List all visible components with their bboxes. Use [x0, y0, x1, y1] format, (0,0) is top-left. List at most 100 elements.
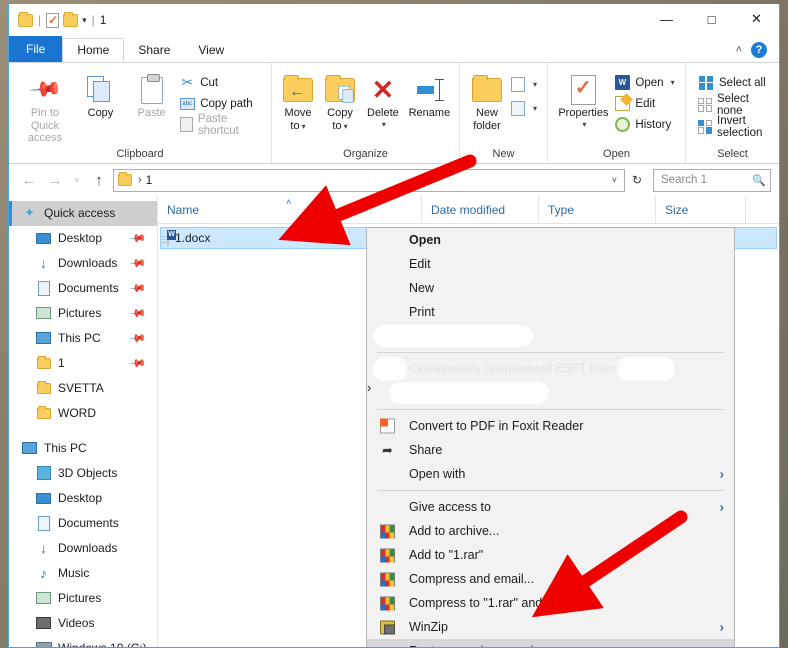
delete-caret-icon[interactable]: ▾ — [382, 120, 386, 129]
chevron-down-icon[interactable]: ▾ — [82, 15, 87, 26]
properties-icon[interactable] — [46, 12, 60, 28]
menu-item-add-to-rar[interactable]: Add to "1.rar" — [367, 543, 734, 567]
sidebar-item-pc-documents[interactable]: Documents — [9, 511, 157, 536]
menu-item-add-to-archive[interactable]: Add to archive... — [367, 519, 734, 543]
nav-pane-spacer — [9, 426, 157, 436]
back-button[interactable]: ← — [17, 168, 41, 192]
new-item-button[interactable]: ▾ — [508, 75, 541, 94]
select-none-button[interactable]: Select none — [696, 93, 773, 117]
new-folder-button[interactable]: New folder — [466, 70, 508, 135]
tab-view[interactable]: View — [184, 38, 238, 62]
select-all-button[interactable]: Select all — [696, 73, 773, 92]
forward-button[interactable]: → — [43, 168, 67, 192]
menu-item-restore-previous-versions[interactable]: Restore previous versions — [367, 639, 734, 647]
new-item-caret-icon[interactable]: ▾ — [533, 80, 537, 89]
sidebar-item-this-pc-quick[interactable]: This PC 📌 — [9, 326, 157, 351]
winrar-icon — [379, 571, 396, 588]
sidebar-item-word[interactable]: WORD — [9, 401, 157, 426]
sidebar-item-pictures[interactable]: Pictures 📌 — [9, 301, 157, 326]
pin-icon[interactable]: 📌 — [129, 354, 148, 373]
menu-item-open-with[interactable]: Open with › — [367, 462, 734, 486]
paste-shortcut-button[interactable]: Paste shortcut — [177, 113, 265, 137]
column-header-blank[interactable] — [746, 196, 779, 223]
menu-item-compress-and-email[interactable]: Compress and email... — [367, 567, 734, 591]
delete-button[interactable]: ✕ Delete ▾ — [362, 70, 404, 132]
pin-icon[interactable]: 📌 — [129, 254, 148, 273]
pin-icon[interactable]: 📌 — [129, 304, 148, 323]
search-icon[interactable]: 🔍 — [752, 174, 766, 187]
menu-item-winzip[interactable]: WinZip › — [367, 615, 734, 639]
sidebar-item-downloads[interactable]: ↓ Downloads 📌 — [9, 251, 157, 276]
column-header-name[interactable]: Name ˄ — [158, 196, 422, 224]
column-header-type[interactable]: Type — [539, 196, 656, 224]
copy-to-button[interactable]: Copy to ▾ — [320, 70, 360, 135]
folder-icon — [35, 405, 52, 421]
invert-selection-button[interactable]: Invert selection — [696, 115, 773, 139]
rename-button[interactable]: Rename — [406, 70, 453, 123]
sidebar-item-svetta[interactable]: SVETTA — [9, 376, 157, 401]
menu-item-compress-to-rar-and-email[interactable]: Compress to "1.rar" and email — [367, 591, 734, 615]
open-group-label: Open — [603, 147, 630, 160]
menu-item-print[interactable]: Print — [367, 300, 734, 324]
menu-item-redacted-eset[interactable]: Сканировать программой ESET Internet Sec… — [367, 357, 734, 381]
new-folder-icon[interactable] — [63, 11, 79, 27]
menu-item-convert-to-pdf[interactable]: Convert to PDF in Foxit Reader — [367, 414, 734, 438]
breadcrumb-path[interactable]: 1 — [146, 173, 153, 187]
copy-path-button[interactable]: abc Copy path — [177, 94, 265, 113]
folder-icon[interactable] — [18, 11, 33, 27]
edit-button[interactable]: Edit — [612, 94, 678, 113]
sidebar-item-folder-1[interactable]: 1 📌 — [9, 351, 157, 376]
sidebar-item-pc-pictures[interactable]: Pictures — [9, 586, 157, 611]
address-input[interactable]: › 1 ˅ — [113, 168, 625, 192]
properties-button[interactable]: Properties ▾ — [554, 70, 612, 132]
sidebar-item-3d-objects[interactable]: 3D Objects — [9, 461, 157, 486]
column-header-date-modified[interactable]: Date modified — [422, 196, 539, 224]
menu-item-give-access-to[interactable]: Give access to › — [367, 495, 734, 519]
sidebar-item-this-pc[interactable]: This PC — [9, 436, 157, 461]
collapse-ribbon-icon[interactable]: ˄ — [736, 44, 742, 56]
search-input[interactable]: Search 1 🔍 — [653, 168, 771, 192]
menu-item-open[interactable]: Open — [367, 228, 734, 252]
refresh-button[interactable]: ↻ — [627, 169, 647, 192]
easy-access-button[interactable]: ▾ — [508, 99, 541, 118]
help-icon[interactable]: ? — [751, 42, 767, 58]
minimize-button[interactable]: — — [644, 4, 689, 34]
sidebar-item-documents[interactable]: Documents 📌 — [9, 276, 157, 301]
sidebar-item-quick-access[interactable]: ✦ Quick access — [9, 200, 157, 226]
menu-item-share[interactable]: ➦ Share — [367, 438, 734, 462]
menu-item-new[interactable]: New — [367, 276, 734, 300]
pin-to-quick-access-button[interactable]: 📌 Pin to Quick access — [15, 70, 75, 148]
menu-item-redacted-2[interactable]: › — [367, 381, 734, 405]
sidebar-item-windows-c[interactable]: Windows 10 (C:) — [9, 636, 157, 647]
sidebar-item-music[interactable]: ♪ Music — [9, 561, 157, 586]
tab-share[interactable]: Share — [124, 38, 184, 62]
properties-caret-icon[interactable]: ▾ — [582, 120, 586, 129]
pin-icon[interactable]: 📌 — [129, 329, 148, 348]
chevron-down-icon[interactable]: ˅ — [612, 175, 621, 185]
open-caret-icon[interactable]: ▾ — [671, 78, 675, 87]
context-menu[interactable]: Open Edit New Print Сканировать программ… — [366, 227, 735, 647]
sidebar-item-desktop[interactable]: Desktop 📌 — [9, 226, 157, 251]
open-with-word-button[interactable]: W Open ▾ — [612, 73, 678, 92]
menu-item-redacted-1[interactable] — [367, 324, 734, 348]
pin-icon[interactable]: 📌 — [129, 229, 148, 248]
easy-access-caret-icon[interactable]: ▾ — [533, 104, 537, 113]
close-button[interactable]: ✕ — [734, 4, 779, 34]
copy-button[interactable]: Copy — [75, 70, 126, 123]
tab-file[interactable]: File — [9, 36, 63, 62]
column-header-label: Name — [167, 202, 200, 217]
paste-button[interactable]: Paste — [126, 70, 177, 123]
recent-locations-button[interactable]: ˅ — [69, 168, 85, 192]
history-button[interactable]: History — [612, 115, 678, 134]
menu-item-edit[interactable]: Edit — [367, 252, 734, 276]
cut-button[interactable]: ✂ Cut — [177, 73, 265, 92]
pin-icon[interactable]: 📌 — [129, 279, 148, 298]
column-header-size[interactable]: Size — [656, 196, 746, 224]
up-button[interactable]: ↑ — [87, 168, 111, 192]
sidebar-item-pc-desktop[interactable]: Desktop — [9, 486, 157, 511]
tab-home[interactable]: Home — [62, 38, 125, 62]
maximize-button[interactable]: □ — [689, 4, 734, 34]
sidebar-item-videos[interactable]: Videos — [9, 611, 157, 636]
move-to-button[interactable]: ← Move to ▾ — [278, 70, 318, 135]
sidebar-item-pc-downloads[interactable]: ↓ Downloads — [9, 536, 157, 561]
